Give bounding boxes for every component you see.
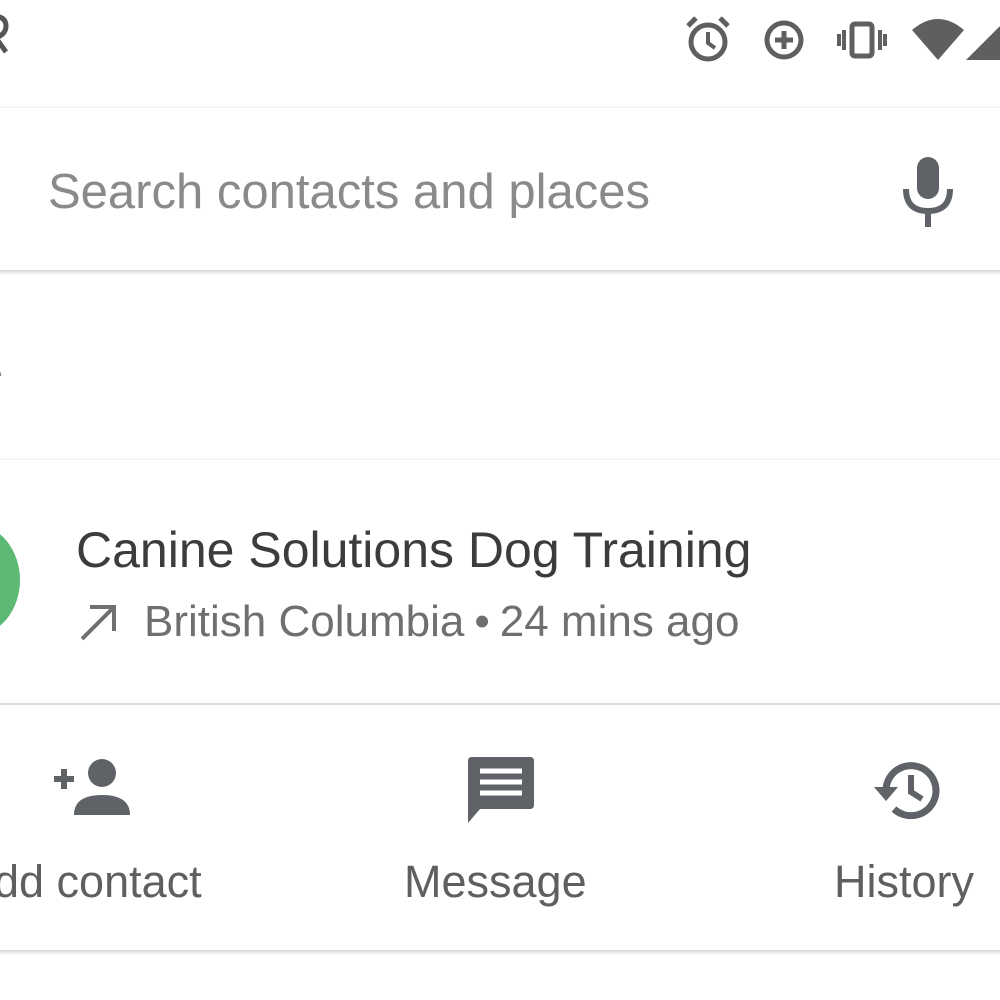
add-person-icon [54,759,130,815]
data-saver-icon [764,20,804,60]
contact-avatar [0,525,20,635]
message-icon [468,757,534,823]
mic-icon[interactable] [898,153,958,233]
outgoing-call-icon [80,605,116,641]
search-bar[interactable]: Search contacts and places [0,108,1000,270]
history-button[interactable]: History [810,705,1000,950]
status-bar [0,0,1000,90]
section-header-fragment [0,371,2,376]
contact-name[interactable]: Canine Solutions Dog Training [76,520,751,580]
add-contact-button[interactable]: dd contact [0,705,320,950]
add-contact-label: dd contact [0,856,202,907]
message-label: Message [404,856,587,907]
call-location: British Columbia [144,597,465,646]
search-placeholder[interactable]: Search contacts and places [48,162,650,222]
cell-signal-icon [966,26,1000,60]
call-details: British Columbia • 24 mins ago [76,592,739,652]
status-left-icon-fragment [0,14,9,54]
message-button[interactable]: Message [370,705,630,950]
wifi-icon [912,19,964,60]
call-time: 24 mins ago [499,597,740,646]
recent-call-card[interactable]: Canine Solutions Dog Training British Co… [0,460,1000,950]
meta-separator: • [474,597,490,646]
history-icon [874,762,940,820]
alarm-icon [686,16,730,62]
vibrate-icon [837,21,887,59]
history-label: History [834,856,975,907]
